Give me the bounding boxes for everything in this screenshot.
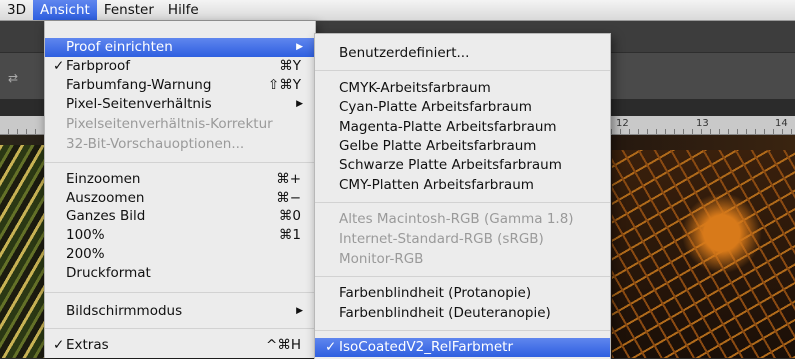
menu-item-label: Farbenblindheit (Deuteranopie): [339, 305, 551, 321]
menu-item-cyan-platte[interactable]: Cyan-Platte Arbeitsfarbraum: [315, 98, 610, 117]
menu-item-label: Internet-Standard-RGB (sRGB): [339, 231, 544, 247]
ruler-tick: 14: [775, 118, 788, 129]
menu-item-label: Ganzes Bild: [66, 208, 146, 224]
menu-separator: [45, 162, 315, 163]
shortcut: ⌘0: [278, 208, 301, 224]
menu-separator: [45, 292, 315, 293]
menu-item-ganzes-bild[interactable]: Ganzes Bild ⌘0: [45, 207, 315, 226]
shortcut: ⇧⌘Y: [267, 77, 301, 93]
submenu-arrow-icon: ▶: [296, 306, 303, 316]
ansicht-menu: Proof einrichten ▶ ✓ Farbproof ⌘Y Farbum…: [44, 21, 316, 358]
menu-separator: [45, 328, 315, 329]
canvas-image-left: [0, 145, 50, 358]
menu-bar: 3D Ansicht Fenster Hilfe: [0, 0, 795, 21]
shortcut: ⌘+: [276, 171, 301, 187]
submenu-arrow-icon: ▶: [296, 42, 303, 52]
submenu-arrow-icon: ▶: [296, 99, 303, 109]
menu-item-benutzerdefiniert[interactable]: Benutzerdefiniert...: [315, 44, 610, 63]
menu-item-magenta-platte[interactable]: Magenta-Platte Arbeitsfarbraum: [315, 118, 610, 137]
ruler-tick: 13: [696, 118, 709, 129]
menu-item-32bit-vorschau: 32-Bit-Vorschauoptionen...: [45, 135, 315, 154]
menu-item-label: 32-Bit-Vorschauoptionen...: [66, 136, 245, 152]
shortcut: ⌘1: [278, 227, 301, 243]
shortcut: ⌘−: [276, 190, 301, 206]
menu-item-label: Gelbe Platte Arbeitsfarbraum: [339, 138, 537, 154]
menu-item-druckformat[interactable]: Druckformat: [45, 264, 315, 283]
menu-item-label: Monitor-RGB: [339, 251, 424, 267]
checkmark-icon: ✓: [325, 339, 337, 355]
menu-item-label: Druckformat: [66, 265, 151, 281]
menu-item-label: Auszoomen: [66, 190, 145, 206]
menu-item-label: 200%: [66, 246, 105, 262]
menu-item-label: CMYK-Arbeitsfarbraum: [339, 80, 491, 96]
menu-item-200[interactable]: 200%: [45, 245, 315, 264]
menu-item-label: Extras: [66, 337, 109, 353]
menu-item-deuteranopie[interactable]: Farbenblindheit (Deuteranopie): [315, 304, 610, 323]
menu-hilfe[interactable]: Hilfe: [161, 0, 206, 20]
menu-item-altes-macintosh-rgb: Altes Macintosh-RGB (Gamma 1.8): [315, 210, 610, 229]
menu-item-protanopie[interactable]: Farbenblindheit (Protanopie): [315, 284, 610, 303]
menu-item-schwarze-platte[interactable]: Schwarze Platte Arbeitsfarbraum: [315, 156, 610, 175]
ruler-tick: 12: [616, 118, 629, 129]
menu-ansicht[interactable]: Ansicht: [32, 0, 97, 20]
shortcut: ^⌘H: [266, 337, 301, 353]
menu-item-cmyk-arbeitsfarbraum[interactable]: CMYK-Arbeitsfarbraum: [315, 79, 610, 98]
menu-item-label: IsoCoatedV2_RelFarbmetr: [339, 339, 514, 355]
menu-item-label: Altes Macintosh-RGB (Gamma 1.8): [339, 211, 574, 227]
shortcut: ⌘Y: [279, 58, 301, 74]
menu-item-100[interactable]: 100% ⌘1: [45, 226, 315, 245]
menu-separator: [315, 330, 610, 331]
checkmark-icon: ✓: [53, 337, 65, 353]
menu-item-label: Pixelseitenverhältnis-Korrektur: [66, 116, 273, 132]
menu-item-label: Pixel-Seitenverhältnis: [66, 96, 212, 112]
menu-item-label: Bildschirmmodus: [66, 303, 183, 319]
menu-item-bildschirmmodus[interactable]: Bildschirmmodus ▶: [45, 302, 315, 321]
menu-item-pixel-seitenverhaeltnis[interactable]: Pixel-Seitenverhältnis ▶: [45, 95, 315, 114]
menu-item-label: Benutzerdefiniert...: [339, 45, 470, 61]
menu-item-label: CMY-Platten Arbeitsfarbraum: [339, 177, 534, 193]
proof-einrichten-submenu: Benutzerdefiniert... CMYK-Arbeitsfarbrau…: [314, 33, 611, 359]
menu-separator: [315, 70, 610, 71]
swap-icon[interactable]: ⇄: [8, 71, 18, 85]
menu-item-label: Farbproof: [66, 58, 131, 74]
menu-item-proof-einrichten[interactable]: Proof einrichten ▶: [45, 38, 315, 57]
menu-item-label: Farbumfang-Warnung: [66, 77, 212, 93]
menu-item-label: 100%: [66, 227, 105, 243]
menu-item-label: Einzoomen: [66, 171, 141, 187]
menu-item-cmy-platten[interactable]: CMY-Platten Arbeitsfarbraum: [315, 176, 610, 195]
menu-item-label: Cyan-Platte Arbeitsfarbraum: [339, 99, 532, 115]
menu-item-gelbe-platte[interactable]: Gelbe Platte Arbeitsfarbraum: [315, 137, 610, 156]
menu-3d[interactable]: 3D: [0, 0, 33, 20]
menu-item-label: Magenta-Platte Arbeitsfarbraum: [339, 119, 557, 135]
menu-item-pixelseitenverhaeltnis-korrektur: Pixelseitenverhältnis-Korrektur: [45, 115, 315, 134]
checkmark-icon: ✓: [53, 58, 65, 74]
menu-item-auszoomen[interactable]: Auszoomen ⌘−: [45, 189, 315, 208]
menu-item-label: Schwarze Platte Arbeitsfarbraum: [339, 157, 562, 173]
menu-item-extras[interactable]: ✓ Extras ^⌘H: [45, 336, 315, 355]
menu-separator: [315, 202, 610, 203]
menu-item-monitor-rgb: Monitor-RGB: [315, 250, 610, 269]
menu-item-internet-standard-rgb: Internet-Standard-RGB (sRGB): [315, 230, 610, 249]
menu-fenster[interactable]: Fenster: [97, 0, 161, 20]
menu-item-farbumfang-warnung[interactable]: Farbumfang-Warnung ⇧⌘Y: [45, 76, 315, 95]
menu-item-einzoomen[interactable]: Einzoomen ⌘+: [45, 170, 315, 189]
menu-item-label: Farbenblindheit (Protanopie): [339, 285, 532, 301]
menu-item-label: Proof einrichten: [66, 39, 173, 55]
menu-item-isocoatedv2[interactable]: ✓ IsoCoatedV2_RelFarbmetr: [315, 338, 610, 357]
menu-item-farbproof[interactable]: ✓ Farbproof ⌘Y: [45, 57, 315, 76]
menu-separator: [315, 276, 610, 277]
canvas-image-right: [612, 150, 795, 358]
